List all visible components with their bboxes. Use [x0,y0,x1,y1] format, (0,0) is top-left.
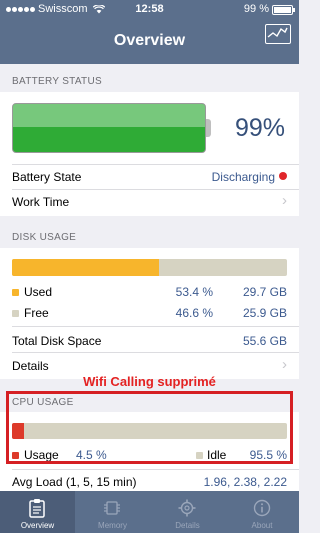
used-percent: 53.4 % [175,285,213,299]
work-time-label: Work Time [12,195,70,209]
battery-terminal [206,119,211,137]
details-label: Details [12,359,49,373]
annotation-highlight-box [6,391,293,464]
battery-state-label: Battery State [12,170,82,184]
free-size: 25.9 GB [242,306,287,320]
tab-bar: Overview Memory Details About [0,491,299,533]
free-legend-swatch [12,310,19,317]
divider [12,469,299,470]
battery-level-graphic [12,103,206,153]
info-icon [253,499,271,517]
tab-label: Details [175,521,200,530]
used-label: Used [24,285,53,299]
tab-overview[interactable]: Overview [0,491,75,533]
battery-level-value: 99% [234,114,285,142]
divider [12,164,299,165]
work-time-row[interactable]: Work Time › [0,190,299,216]
gear-icon [178,499,196,517]
tab-memory[interactable]: Memory [75,491,150,533]
status-battery-percent: 99 % [243,3,269,15]
tab-label: About [251,521,273,530]
disk-usage-bar [12,259,287,276]
tab-details[interactable]: Details [150,491,225,533]
used-size: 29.7 GB [242,285,287,299]
memory-chip-icon [104,501,120,515]
battery-state-value: Discharging [211,170,275,184]
chevron-right-icon: › [282,192,287,209]
divider [12,326,299,327]
tab-about[interactable]: About [225,491,299,533]
chevron-right-icon: › [282,356,287,373]
total-disk-space-label: Total Disk Space [12,334,102,348]
free-label: Free [24,306,49,320]
line-chart-icon[interactable] [265,24,291,44]
avg-load-value: 1.96, 2.38, 2.22 [203,475,287,489]
tab-label: Memory [98,521,127,530]
disk-usage-header: DISK USAGE [12,232,77,243]
battery-icon [272,5,295,15]
battery-status-header: BATTERY STATUS [12,76,102,87]
discharging-indicator-dot [279,172,287,180]
page-title: Overview [113,32,186,49]
total-disk-space-value: 55.6 GB [242,334,287,348]
navigation-bar: Overview [0,20,299,64]
status-bar: Swisscom 12:58 99 % [0,0,299,20]
disk-used-fill [12,259,159,276]
avg-load-label: Avg Load (1, 5, 15 min) [12,475,137,489]
clipboard-icon [29,499,45,518]
used-legend-swatch [12,289,19,296]
annotation-label: Wifi Calling supprimé [83,374,216,389]
tab-label: Overview [20,521,55,530]
free-percent: 46.6 % [175,306,213,320]
